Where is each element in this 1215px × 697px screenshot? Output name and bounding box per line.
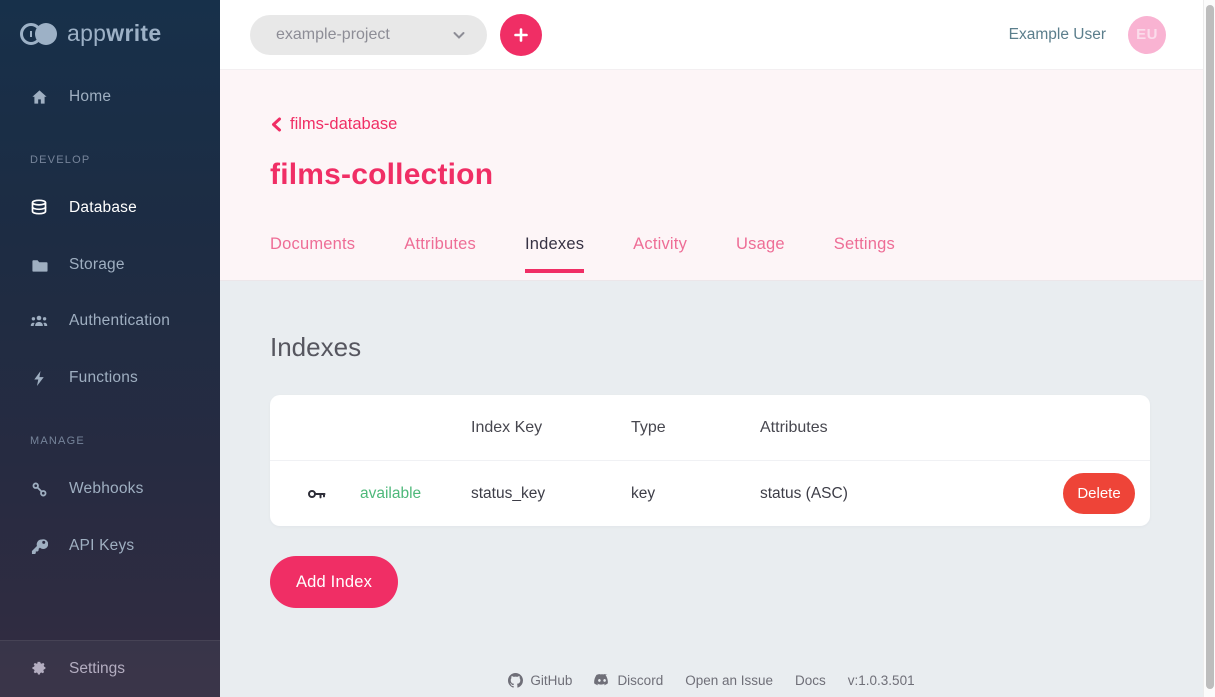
sidebar-item-label: Webhooks [69, 480, 144, 498]
authentication-icon [30, 312, 48, 330]
scrollbar-track[interactable] [1203, 0, 1215, 697]
sidebar: appwrite Home DEVELOP Database St [0, 0, 220, 697]
index-status: available [360, 485, 471, 503]
tab-documents[interactable]: Documents [270, 235, 355, 280]
column-header-index-key: Index Key [471, 419, 631, 437]
breadcrumb-label: films-database [290, 115, 397, 134]
footer-link-github[interactable]: GitHub [508, 673, 572, 688]
delete-index-button[interactable]: Delete [1063, 473, 1135, 514]
index-type-cell: key [631, 485, 760, 503]
add-index-button[interactable]: Add Index [270, 556, 398, 608]
avatar[interactable]: EU [1128, 16, 1166, 54]
sidebar-item-authentication[interactable]: Authentication [0, 308, 220, 334]
sidebar-item-webhooks[interactable]: Webhooks [0, 476, 220, 502]
functions-icon [30, 369, 48, 387]
column-header-type: Type [631, 419, 760, 437]
sidebar-item-label: Authentication [69, 312, 170, 330]
storage-icon [30, 256, 48, 274]
footer-link-label: Docs [795, 673, 826, 688]
sidebar-item-label: Functions [69, 369, 138, 387]
page-header: films-database films-collection Document… [220, 70, 1203, 281]
index-attributes-cell: status (ASC) [760, 485, 1063, 503]
breadcrumb[interactable]: films-database [270, 115, 397, 134]
main-content: Indexes Index Key Type Attributes availa… [220, 281, 1203, 697]
indexes-table: Index Key Type Attributes available stat… [270, 395, 1150, 526]
tab-usage[interactable]: Usage [736, 235, 785, 280]
sidebar-section-develop: DEVELOP [30, 154, 90, 166]
project-selector-value: example-project [276, 26, 390, 44]
create-project-button[interactable] [500, 14, 542, 56]
topbar: example-project Example User EU [220, 0, 1203, 70]
chevron-down-icon [451, 27, 467, 43]
api-keys-icon [30, 537, 48, 555]
table-row: available status_key key status (ASC) De… [270, 461, 1150, 526]
version-label: v:1.0.3.501 [848, 673, 915, 688]
home-icon [30, 88, 48, 106]
sidebar-item-label: Database [69, 199, 137, 217]
sidebar-item-label: API Keys [69, 537, 134, 555]
footer-link-label: GitHub [530, 673, 572, 688]
appwrite-logo[interactable]: appwrite [20, 20, 161, 47]
sidebar-item-settings[interactable]: Settings [0, 640, 220, 697]
appwrite-console: appwrite Home DEVELOP Database St [0, 0, 1215, 697]
github-icon [508, 673, 523, 688]
plus-icon [512, 26, 530, 44]
footer-link-docs[interactable]: Docs [795, 673, 826, 688]
discord-icon [594, 674, 610, 687]
tab-bar: Documents Attributes Indexes Activity Us… [270, 235, 895, 280]
project-selector[interactable]: example-project [250, 15, 487, 55]
tab-indexes[interactable]: Indexes [525, 235, 584, 280]
index-key-cell: status_key [471, 485, 631, 503]
database-icon [30, 199, 48, 217]
tab-activity[interactable]: Activity [633, 235, 687, 280]
table-header-row: Index Key Type Attributes [270, 395, 1150, 461]
gear-icon [30, 660, 48, 678]
tab-attributes[interactable]: Attributes [404, 235, 476, 280]
sidebar-item-api-keys[interactable]: API Keys [0, 533, 220, 559]
sidebar-item-functions[interactable]: Functions [0, 365, 220, 391]
footer-link-discord[interactable]: Discord [594, 673, 663, 688]
footer-link-open-an-issue[interactable]: Open an Issue [685, 673, 773, 688]
sidebar-item-database[interactable]: Database [0, 195, 220, 221]
column-header-attributes: Attributes [760, 419, 1135, 437]
webhooks-icon [30, 480, 48, 498]
sidebar-item-label: Settings [69, 660, 125, 678]
sidebar-item-home[interactable]: Home [0, 84, 220, 110]
footer-link-label: Discord [617, 673, 663, 688]
appwrite-logo-text: appwrite [67, 20, 161, 47]
sidebar-item-storage[interactable]: Storage [0, 252, 220, 278]
sidebar-item-label: Home [69, 88, 111, 106]
back-chevron-icon [270, 117, 283, 132]
section-heading: Indexes [270, 332, 361, 363]
page-title: films-collection [270, 158, 493, 192]
sidebar-item-label: Storage [69, 256, 125, 274]
appwrite-logo-icon [20, 22, 58, 46]
scrollbar-thumb[interactable] [1206, 5, 1214, 689]
footer-link-label: Open an Issue [685, 673, 773, 688]
user-account-link[interactable]: Example User [1009, 26, 1106, 44]
tab-settings[interactable]: Settings [834, 235, 895, 280]
footer: GitHub Discord Open an Issue Docs v:1.0.… [220, 673, 1203, 688]
sidebar-section-manage: MANAGE [30, 435, 85, 447]
key-icon [307, 486, 360, 502]
